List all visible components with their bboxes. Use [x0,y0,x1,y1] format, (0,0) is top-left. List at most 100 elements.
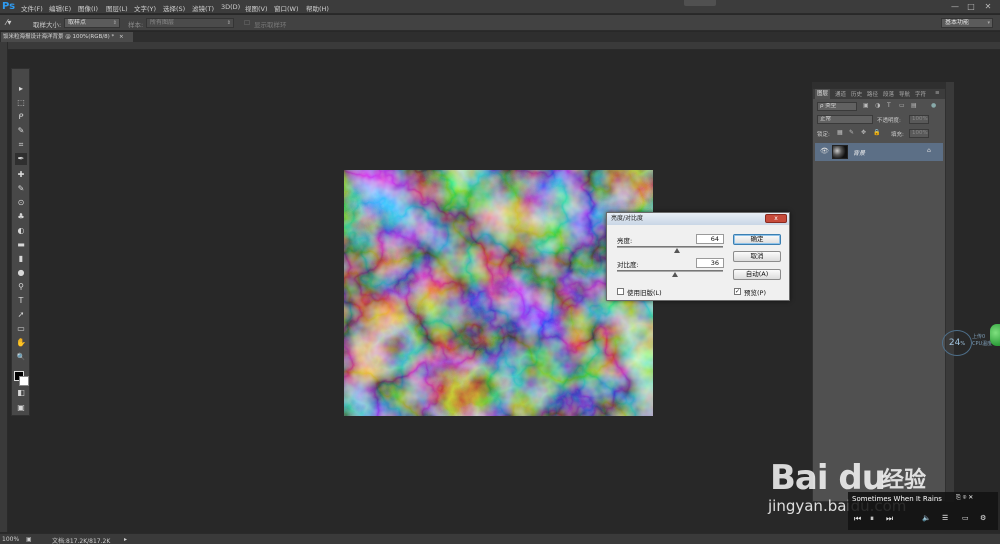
menu-3d[interactable]: 3D(D) [221,3,240,11]
zoom-level[interactable]: 100% [2,536,19,543]
visibility-eye-icon[interactable]: 👁 [820,147,829,155]
auto-button[interactable]: 自动(A) [733,269,781,280]
tab-character[interactable]: 字符 [915,90,926,98]
layer-row[interactable]: 👁 背景 ⌂ [815,143,943,161]
filter-smart-object-icon[interactable]: ▤ [911,102,917,109]
panel-menu-icon[interactable]: ≡ [935,90,940,96]
contrast-slider-thumb[interactable] [672,272,679,277]
brightness-slider-track[interactable] [617,246,723,248]
eyedropper-icon[interactable]: ⁄▾ [6,18,11,27]
tab-history[interactable]: 历史 [851,90,862,98]
layer-filter-select[interactable]: ρ 类型 [817,102,857,111]
background-color-swatch[interactable] [19,376,29,386]
menu-edit[interactable]: 编辑(E) [49,3,71,13]
volume-icon[interactable]: 🔈 [922,514,931,522]
status-info-icon[interactable]: ▣ [26,536,32,543]
menu-select[interactable]: 选择(S) [163,3,185,13]
hand-tool-icon[interactable]: ✋ [15,337,27,349]
lock-transparent-icon[interactable]: ▦ [837,129,843,136]
tab-layers[interactable]: 图层 [815,89,831,99]
clone-stamp-tool-icon[interactable]: ⊙ [15,197,27,209]
contrast-input[interactable]: 36 [696,258,724,268]
layer-name[interactable]: 背景 [853,148,865,157]
shape-tool-icon[interactable]: ▭ [15,323,27,335]
menu-view[interactable]: 视图(V) [245,3,268,13]
ok-button[interactable]: 确定 [733,234,781,245]
eraser-tool-icon[interactable]: ◐ [15,225,27,237]
menu-window[interactable]: 窗口(W) [274,3,299,13]
menu-image[interactable]: 图像(I) [78,3,98,13]
lock-all-icon[interactable]: 🔒 [873,129,880,136]
lasso-tool-icon[interactable]: ᑭ [15,111,27,123]
dialog-title[interactable]: 亮度/对比度 [607,213,789,225]
crop-tool-icon[interactable]: ⌗ [15,139,27,151]
use-legacy-checkbox[interactable] [617,288,624,295]
opacity-input[interactable]: 100% [909,115,929,124]
tab-channels[interactable]: 通道 [835,90,846,98]
menu-type[interactable]: 文字(Y) [134,3,156,13]
document-tab[interactable]: 饭米粒海报设计海洋背景 @ 100%(RGB/8) * × [1,32,133,42]
dialog-close-button[interactable]: x [765,214,787,223]
menu-filter[interactable]: 滤镜(T) [192,3,214,13]
status-menu-arrow-icon[interactable]: ▸ [124,536,127,543]
sample-select[interactable]: 所有图层 ⇕ [146,18,234,28]
show-ring-checkbox-icon[interactable]: ☐ [244,19,250,27]
pen-tool-icon[interactable]: ⚲ [15,281,27,293]
filter-pixel-icon[interactable]: ▣ [863,102,869,109]
minimize-icon[interactable]: — [950,2,960,11]
brightness-slider-thumb[interactable] [674,248,681,253]
type-tool-icon[interactable]: T [15,295,27,307]
system-monitor-widget[interactable]: 24% [942,330,972,356]
player-mini-icons[interactable]: ⎘ ⌾ ✕ [956,494,973,502]
next-track-icon[interactable]: ⏭ [886,514,893,524]
workspace-switcher-tab[interactable] [684,0,716,6]
workspace-select[interactable]: 基本功能 ▾ [941,18,993,28]
tab-paths[interactable]: 路径 [867,90,878,98]
quick-mask-icon[interactable]: ◧ [15,387,27,399]
filter-adjustment-icon[interactable]: ◑ [875,102,880,109]
menu-file[interactable]: 文件(F) [21,3,43,13]
filter-type-icon[interactable]: T [887,102,891,109]
blur-tool-icon[interactable]: ▮ [15,253,27,265]
gradient-tool-icon[interactable]: ▬ [15,239,27,251]
brush-tool-icon[interactable]: ✎ [15,183,27,195]
lock-pixels-icon[interactable]: ✎ [849,129,854,136]
path-select-tool-icon[interactable]: ➚ [15,309,27,321]
move-tool-icon[interactable]: ▸ [15,83,27,95]
quick-select-tool-icon[interactable]: ✎ [15,125,27,137]
zoom-tool-icon[interactable]: 🔍 [15,351,27,363]
playlist-icon[interactable]: ☰ [942,514,948,522]
fill-input[interactable]: 100% [909,129,929,138]
eyedropper-tool-icon[interactable]: ✒ [15,153,27,165]
menu-help[interactable]: 帮助(H) [306,3,329,13]
tab-navigator[interactable]: 导航 [899,90,910,98]
floating-ball-icon[interactable] [990,324,1000,346]
cancel-button[interactable]: 取消 [733,251,781,262]
show-ring-label: 显示取样环 [254,21,287,29]
blend-mode-select[interactable]: 正常 [817,115,873,124]
close-tab-icon[interactable]: × [119,34,124,40]
history-brush-tool-icon[interactable]: ♣ [15,211,27,223]
contrast-slider-track[interactable] [617,270,723,272]
tab-paragraph[interactable]: 段落 [883,90,894,98]
horizontal-ruler[interactable] [0,42,1000,50]
previous-track-icon[interactable]: ⏮ [854,514,861,524]
sample-value: 所有图层 [150,19,175,26]
lock-position-icon[interactable]: ✥ [861,129,866,136]
pause-icon[interactable]: ⏸ [870,514,874,524]
close-icon[interactable]: ✕ [983,2,993,11]
sample-size-select[interactable]: 取样点 ⇕ [64,18,120,28]
filter-toggle-icon[interactable]: ● [931,102,936,109]
preview-checkbox[interactable]: ✓ [734,288,741,295]
filter-shape-icon[interactable]: ▭ [899,102,905,109]
menu-layer[interactable]: 图层(L) [106,3,128,13]
screen-icon[interactable]: ▭ [962,514,969,522]
maximize-icon[interactable]: □ [966,2,976,11]
vertical-ruler[interactable] [0,42,8,532]
brightness-input[interactable]: 64 [696,234,724,244]
healing-brush-tool-icon[interactable]: ✚ [15,169,27,181]
screen-mode-icon[interactable]: ▣ [15,402,27,414]
dodge-tool-icon[interactable]: ● [15,267,27,279]
marquee-tool-icon[interactable]: ⬚ [15,97,27,109]
settings-icon[interactable]: ⚙ [980,514,986,522]
